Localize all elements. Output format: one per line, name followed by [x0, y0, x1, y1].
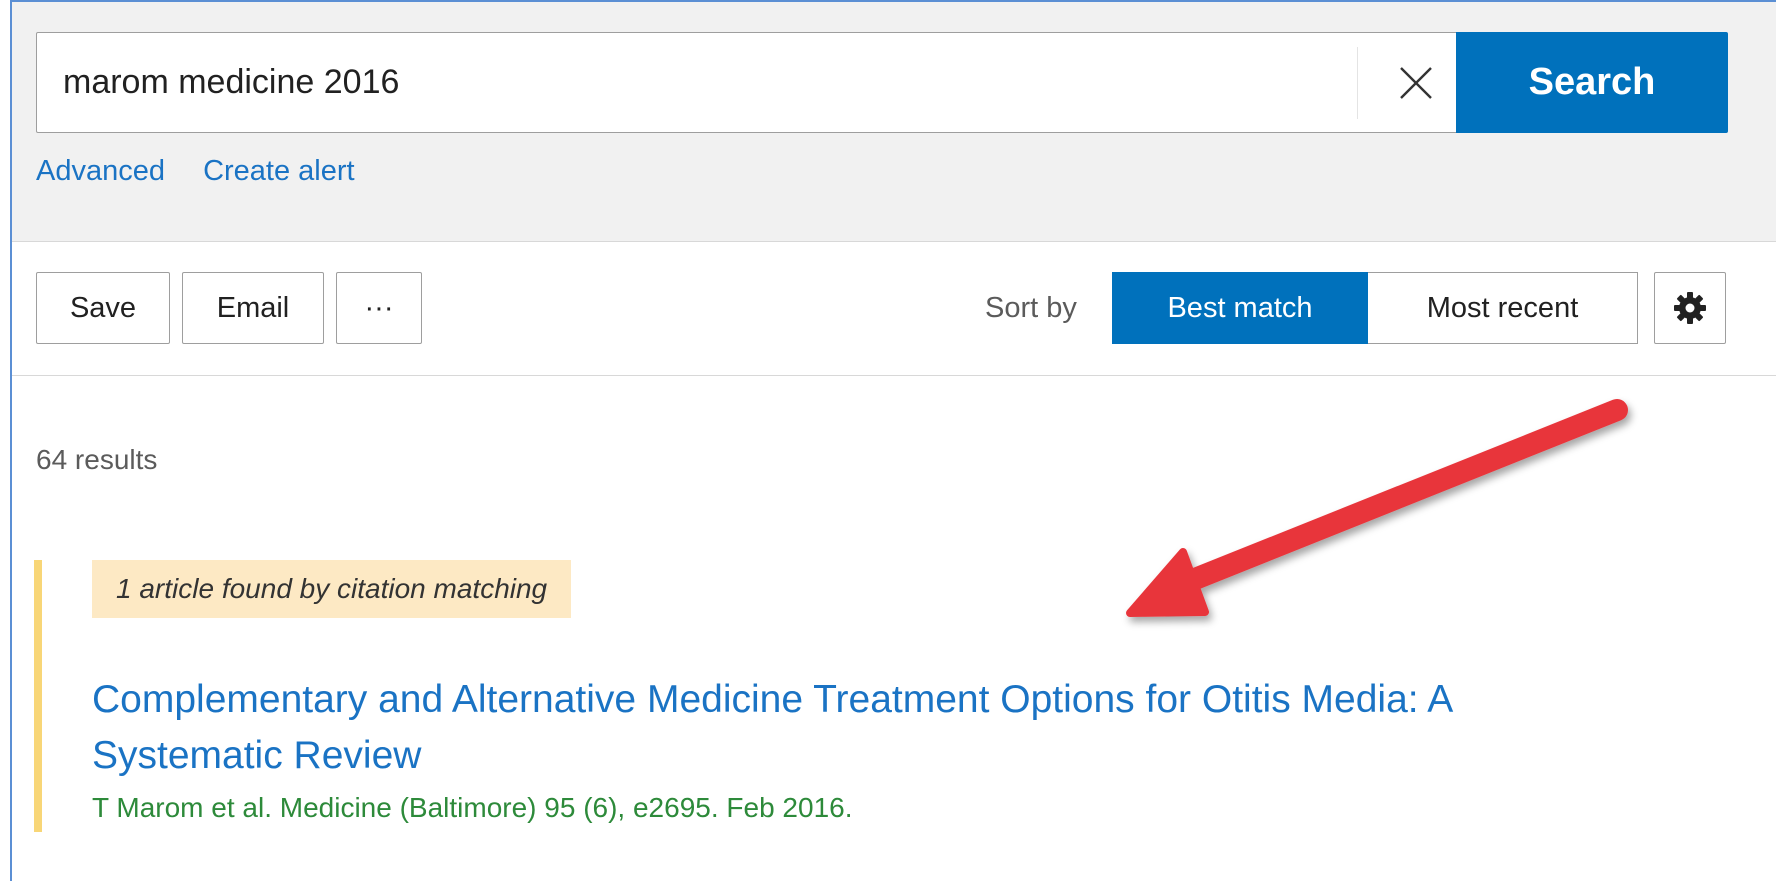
result-title-link[interactable]: Complementary and Alternative Medicine T…	[92, 672, 1652, 784]
clear-separator	[1357, 47, 1358, 119]
search-panel: Search Advanced Create alert	[12, 2, 1776, 242]
results-toolbar: Save Email ··· Sort by Best match Most r…	[12, 242, 1776, 376]
search-button[interactable]: Search	[1456, 32, 1728, 133]
sort-by-label: Sort by	[985, 292, 1077, 324]
search-input[interactable]	[63, 33, 1333, 132]
sort-best-match-button[interactable]: Best match	[1112, 272, 1368, 344]
advanced-search-link[interactable]: Advanced	[36, 155, 165, 187]
close-icon	[1400, 66, 1432, 99]
gear-icon	[1674, 292, 1706, 324]
app-frame: Search Advanced Create alert Save Email …	[10, 0, 1776, 881]
clear-search-button[interactable]	[1367, 33, 1465, 132]
search-links: Advanced Create alert	[36, 155, 385, 188]
create-alert-link[interactable]: Create alert	[203, 155, 355, 187]
search-box	[36, 32, 1466, 133]
citation-match-badge: 1 article found by citation matching	[92, 560, 572, 618]
results-count: 64 results	[36, 444, 158, 475]
result-item: 1 article found by citation matching Com…	[34, 560, 1742, 832]
display-options-button[interactable]	[1654, 272, 1726, 344]
result-citation: T Marom et al. Medicine (Baltimore) 95 (…	[92, 792, 853, 823]
more-actions-button[interactable]: ···	[336, 272, 422, 344]
save-button[interactable]: Save	[36, 272, 170, 344]
email-button[interactable]: Email	[182, 272, 324, 344]
sort-most-recent-button[interactable]: Most recent	[1368, 272, 1638, 344]
